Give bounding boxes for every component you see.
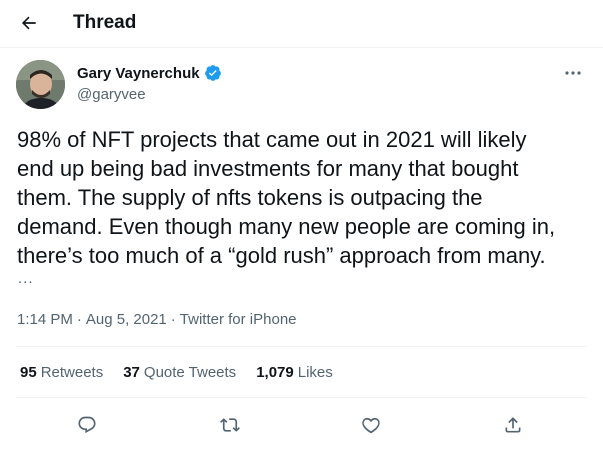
author-name-label: Gary Vaynerchuk: [77, 64, 200, 82]
retweets-label: Retweets: [40, 364, 104, 381]
retweet-icon: [220, 415, 240, 435]
thread-header: Thread: [0, 0, 603, 48]
meta-separator: ·: [76, 311, 82, 328]
tweet-date[interactable]: Aug 5, 2021: [86, 311, 167, 328]
meta-separator: ·: [170, 311, 176, 328]
verified-badge-icon: [204, 64, 222, 82]
quote-tweets-stat[interactable]: 37 Quote Tweets: [123, 364, 236, 381]
back-button[interactable]: [12, 6, 46, 40]
reply-icon: [77, 415, 97, 435]
author-name[interactable]: Gary Vaynerchuk: [77, 64, 222, 82]
like-button[interactable]: [354, 408, 388, 442]
share-icon: [503, 415, 523, 435]
tweet-text: 98% of NFT projects that came out in 202…: [17, 127, 556, 268]
tweet-time[interactable]: 1:14 PM: [17, 311, 73, 328]
likes-label: Likes: [297, 364, 333, 381]
tweet-actions: [0, 406, 603, 444]
arrow-left-icon: [19, 13, 39, 33]
author-handle[interactable]: @garyvee: [77, 86, 146, 103]
retweet-button[interactable]: [213, 408, 247, 442]
avatar[interactable]: [16, 60, 65, 109]
divider: [16, 397, 587, 398]
likes-count: 1,079: [256, 364, 294, 381]
quote-tweets-label: Quote Tweets: [143, 364, 237, 381]
quote-tweets-count: 37: [123, 364, 140, 381]
likes-stat[interactable]: 1,079 Likes: [256, 364, 333, 381]
retweets-count: 95: [20, 364, 37, 381]
more-horizontal-icon: [564, 70, 582, 76]
divider: [16, 346, 587, 347]
tweet-truncation: ...: [18, 270, 34, 287]
retweets-stat[interactable]: 95 Retweets: [20, 364, 103, 381]
page-title: Thread: [73, 12, 137, 33]
more-options-button[interactable]: [560, 64, 586, 82]
share-button[interactable]: [496, 408, 530, 442]
tweet-metadata: 1:14 PM · Aug 5, 2021 · Twitter for iPho…: [17, 311, 297, 328]
engagement-stats: 95 Retweets 37 Quote Tweets 1,079 Likes: [20, 364, 353, 381]
like-icon: [361, 415, 381, 435]
reply-button[interactable]: [70, 408, 104, 442]
tweet-source[interactable]: Twitter for iPhone: [180, 311, 297, 328]
